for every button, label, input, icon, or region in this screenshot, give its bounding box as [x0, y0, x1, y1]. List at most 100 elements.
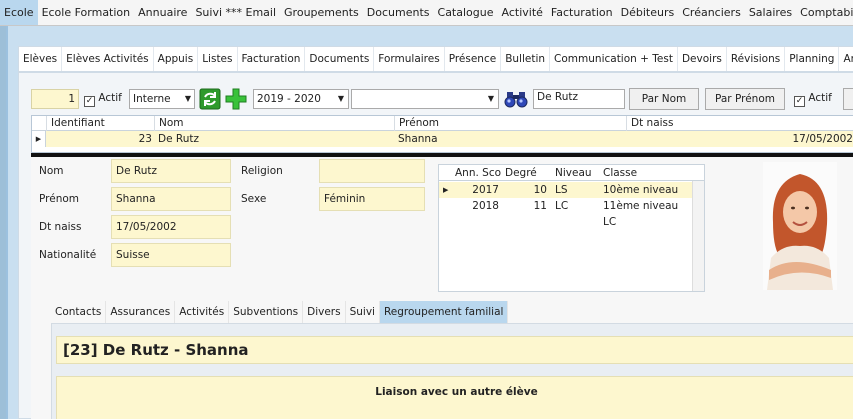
row-selector-icon: ▶ — [443, 186, 449, 194]
type-select[interactable]: Interne ▼ — [129, 89, 195, 109]
col-niveau[interactable]: Niveau — [555, 165, 592, 181]
religion-label: Religion — [241, 165, 283, 177]
chevron-down-icon: ▼ — [487, 94, 494, 103]
col-classe[interactable]: Classe — [603, 165, 637, 181]
tab-facturation[interactable]: Facturation — [238, 47, 306, 71]
col-nom[interactable]: Nom — [154, 116, 394, 131]
check-icon: ✓ — [84, 96, 95, 107]
col-identifiant[interactable]: Identifiant — [46, 116, 154, 131]
main-frame: Elèves Elèves Activités Appuis Listes Fa… — [6, 26, 853, 419]
menu-annuaire[interactable]: Annuaire — [134, 0, 191, 25]
col-dtnaiss[interactable]: Dt naiss — [626, 116, 853, 131]
tab-eleves[interactable]: Elèves — [19, 47, 63, 71]
tab-communication-test[interactable]: Communication + Test — [550, 47, 678, 71]
classes-scrollbar[interactable] — [692, 181, 704, 291]
par-nom-button[interactable]: Par Nom — [629, 88, 699, 110]
cell-degre: 11 — [533, 200, 547, 212]
filter-select[interactable]: ▼ — [351, 89, 499, 109]
tab-regroupement-familial[interactable]: Regroupement familial — [379, 301, 509, 323]
student-details: Nom De Rutz Prénom Shanna Dt naiss 17/05… — [31, 157, 853, 419]
menu-debiteurs[interactable]: Débiteurs — [617, 0, 679, 25]
tab-bulletin[interactable]: Bulletin — [501, 47, 551, 71]
tab-activites[interactable]: Activités — [175, 301, 230, 323]
cell-degre: 10 — [533, 184, 547, 196]
dtnaiss-field[interactable]: 17/05/2002 — [111, 215, 231, 239]
tab-revisions[interactable]: Révisions — [727, 47, 786, 71]
tab-documents[interactable]: Documents — [305, 47, 375, 71]
prenom-field[interactable]: Shanna — [111, 187, 231, 211]
menu-suivi-email[interactable]: Suivi *** Email — [191, 0, 280, 25]
menu-facturation[interactable]: Facturation — [547, 0, 617, 25]
binoculars-icon[interactable] — [503, 89, 529, 109]
actif2-label: Actif — [808, 92, 832, 104]
tab-divers[interactable]: Divers — [303, 301, 346, 323]
cell-classe: 11ème niveau LC — [603, 200, 679, 228]
religion-field[interactable] — [319, 159, 425, 183]
par-prenom-button[interactable]: Par Prénom — [705, 88, 785, 110]
table-row[interactable]: 23 De Rutz Shanna 17/05/2002 — [46, 131, 853, 147]
dtnaiss-label: Dt naiss — [39, 221, 82, 233]
tab-eleves-activites[interactable]: Elèves Activités — [62, 47, 154, 71]
classes-grid-header: Ann. Sco Degré Niveau Classe — [439, 165, 704, 181]
name-search-input[interactable]: De Rutz — [533, 89, 625, 109]
menu-ecole[interactable]: Ecole — [0, 0, 38, 25]
regroupement-panel: [23] De Rutz - Shanna Liaison avec un au… — [51, 323, 853, 419]
tab-contacts[interactable]: Contacts — [51, 301, 107, 323]
nationalite-label: Nationalité — [39, 249, 97, 261]
nationalite-field[interactable]: Suisse — [111, 243, 231, 267]
menu-documents[interactable]: Documents — [363, 0, 434, 25]
prenom-label: Prénom — [39, 193, 80, 205]
tab-presence[interactable]: Présence — [445, 47, 502, 71]
col-prenom[interactable]: Prénom — [394, 116, 626, 131]
students-grid: Identifiant Nom Prénom Dt naiss ▶ 23 De … — [31, 115, 853, 153]
menu-creanciers[interactable]: Créanciers — [678, 0, 745, 25]
check-icon: ✓ — [794, 96, 805, 107]
tab-suivi[interactable]: Suivi — [345, 301, 380, 323]
grid-header: Identifiant Nom Prénom Dt naiss — [32, 116, 853, 131]
actif2-checkbox[interactable]: ✓ Actif — [791, 89, 839, 109]
cell-prenom: Shanna — [398, 133, 438, 145]
menu-groupements[interactable]: Groupements — [280, 0, 363, 25]
student-title: [23] De Rutz - Shanna — [56, 336, 853, 364]
year-select[interactable]: 2019 - 2020 ▼ — [253, 89, 349, 109]
nom-field[interactable]: De Rutz — [111, 159, 231, 183]
cell-niveau: LS — [555, 184, 568, 196]
menu-comptabilite[interactable]: Comptabilité — [796, 0, 853, 25]
classes-grid: Ann. Sco Degré Niveau Classe ▶ 2017 10 L… — [438, 164, 705, 292]
cell-nom: De Rutz — [158, 133, 199, 145]
tab-an[interactable]: An — [839, 47, 853, 71]
add-icon[interactable] — [225, 88, 247, 110]
cell-id: 23 — [138, 133, 152, 145]
tab-appuis[interactable]: Appuis — [154, 47, 199, 71]
sub-tab-bar: Elèves Elèves Activités Appuis Listes Fa… — [18, 46, 853, 72]
cell-annee: 2018 — [472, 200, 499, 212]
row-selector-icon[interactable]: ▶ — [32, 131, 46, 147]
table-row[interactable]: ▶ 2017 10 LS 10ème niveau L... — [439, 182, 693, 212]
count-field[interactable]: 1 — [31, 89, 79, 109]
extra-button[interactable] — [843, 88, 853, 110]
liaison-section: Liaison avec un autre élève — [56, 376, 853, 419]
tab-assurances[interactable]: Assurances — [106, 301, 176, 323]
col-degre[interactable]: Degré — [505, 165, 537, 181]
sexe-field[interactable]: Féminin — [319, 187, 425, 211]
menu-catalogue[interactable]: Catalogue — [434, 0, 498, 25]
cell-dtnaiss: 17/05/2002 — [792, 133, 853, 145]
menu-ecole-formation[interactable]: Ecole Formation — [38, 0, 135, 25]
eleves-panel: 1 ✓ Actif Interne ▼ 2019 - 2020 ▼ ▼ De R… — [18, 72, 853, 419]
tab-formulaires[interactable]: Formulaires — [374, 47, 445, 71]
tab-devoirs[interactable]: Devoirs — [678, 47, 727, 71]
col-ann-sco[interactable]: Ann. Sco — [455, 165, 501, 181]
menu-activite[interactable]: Activité — [498, 0, 547, 25]
tab-listes[interactable]: Listes — [198, 47, 238, 71]
tab-planning[interactable]: Planning — [785, 47, 840, 71]
nom-label: Nom — [39, 165, 64, 177]
sexe-label: Sexe — [241, 193, 267, 205]
actif-checkbox[interactable]: ✓ Actif — [81, 89, 127, 109]
tab-subventions[interactable]: Subventions — [229, 301, 304, 323]
refresh-icon[interactable] — [199, 88, 221, 110]
bottom-tab-bar: Contacts Assurances Activités Subvention… — [51, 301, 853, 323]
menu-salaires[interactable]: Salaires — [745, 0, 796, 25]
chevron-down-icon: ▼ — [337, 94, 344, 103]
search-toolbar: 1 ✓ Actif Interne ▼ 2019 - 2020 ▼ ▼ De R… — [31, 87, 853, 111]
table-row[interactable]: 2018 11 LC 11ème niveau LC — [439, 198, 693, 228]
